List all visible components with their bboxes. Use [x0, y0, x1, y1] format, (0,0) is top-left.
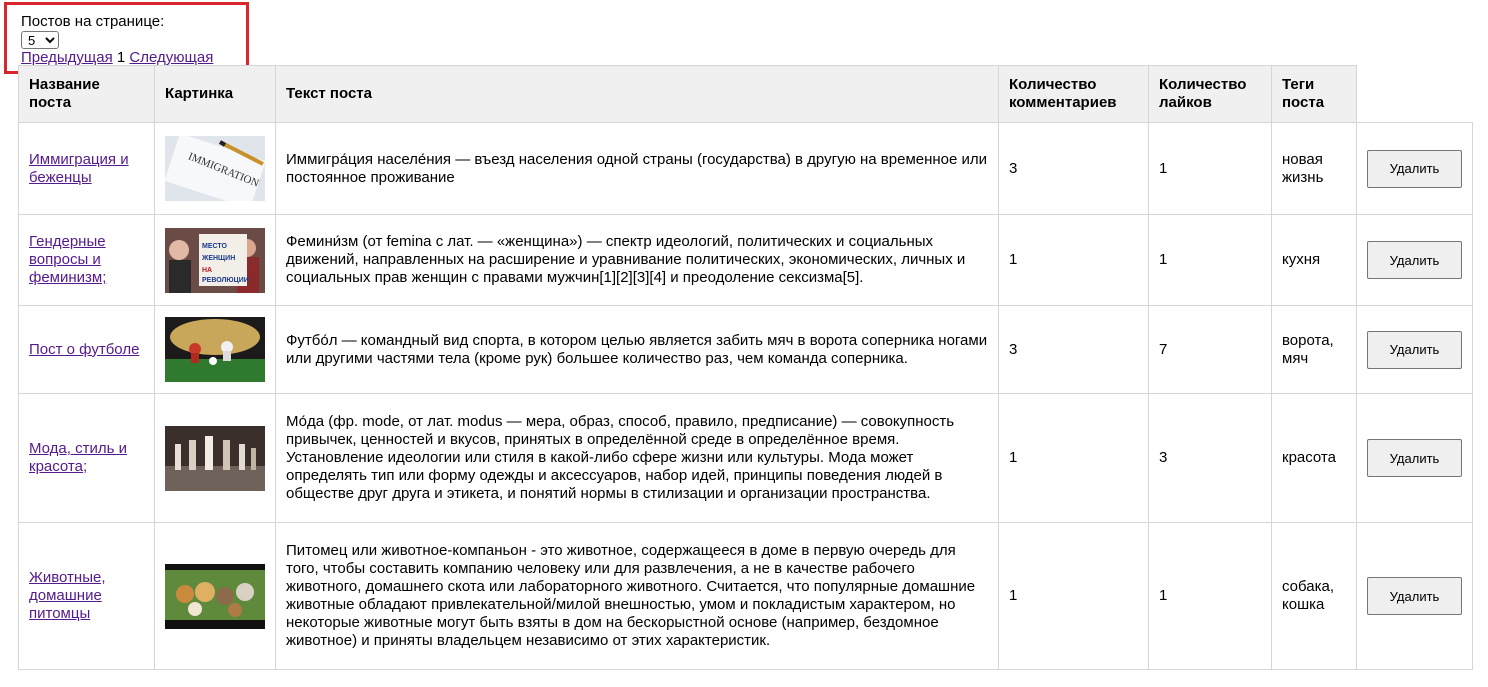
post-text: Футбо́л — командный вид спорта, в которо… — [275, 305, 999, 394]
post-tags: красота — [1271, 393, 1357, 523]
header-likes: Количество лайков — [1148, 65, 1272, 123]
header-tags: Теги поста — [1271, 65, 1357, 123]
delete-button[interactable]: Удалить — [1367, 241, 1462, 279]
post-title-link[interactable]: Иммиграция и беженцы — [29, 151, 129, 186]
likes-count: 1 — [1148, 214, 1272, 306]
post-text: Мо́да (фр. mode, от лат. modus — мера, о… — [275, 393, 999, 523]
likes-count: 1 — [1148, 522, 1272, 670]
delete-button[interactable]: Удалить — [1367, 577, 1462, 615]
delete-button[interactable]: Удалить — [1367, 330, 1462, 369]
likes-count: 3 — [1148, 393, 1272, 523]
delete-button[interactable]: Удалить — [1367, 439, 1462, 477]
comments-count: 1 — [998, 393, 1149, 523]
post-tags: собака, кошка — [1271, 522, 1357, 670]
post-text: Фемини́зм (от femina с лат. — «женщина»)… — [275, 214, 999, 306]
comments-count: 1 — [998, 214, 1149, 306]
header-comments: Количество комментариев — [998, 65, 1149, 123]
post-text: Питомец или животное-компаньон - это жив… — [275, 522, 999, 670]
post-image-immigration: IMMIGRATION — [165, 136, 265, 201]
post-image-football — [165, 317, 265, 382]
header-image: Картинка — [154, 65, 276, 123]
posts-table: Название поста Картинка Текст поста Коли… — [18, 65, 1473, 670]
post-tags: кухня — [1271, 214, 1357, 306]
post-title-link[interactable]: Мода, стиль и красота; — [29, 440, 127, 475]
svg-text:РЕВОЛЮЦИИ: РЕВОЛЮЦИИ — [202, 277, 249, 284]
svg-text:ЖЕНЩИН: ЖЕНЩИН — [201, 255, 235, 262]
table-row: Мода, стиль и красота; Мо́да (фр. mode, … — [18, 393, 1473, 523]
delete-button[interactable]: Удалить — [1367, 149, 1462, 188]
comments-count: 3 — [998, 122, 1149, 215]
svg-text:НА: НА — [202, 267, 212, 274]
header-text: Текст поста — [275, 65, 999, 123]
post-title-link[interactable]: Гендерные вопросы и феминизм; — [29, 233, 106, 286]
pagination-panel: Постов на странице: 5 Предыдущая 1 Следу… — [4, 2, 249, 74]
svg-text:МЕСТО: МЕСТО — [202, 243, 227, 250]
header-title: Название поста — [18, 65, 155, 123]
table-row: Пост о футболе Футбо́л — командный вид с… — [18, 305, 1473, 394]
post-tags: новая жизнь — [1271, 122, 1357, 215]
table-row: Иммиграция и беженцы IMMIGRATION Иммигра… — [18, 122, 1473, 215]
per-page-select[interactable]: 5 — [21, 31, 59, 49]
table-header-row: Название поста Картинка Текст поста Коли… — [18, 65, 1473, 123]
likes-count: 7 — [1148, 305, 1272, 394]
header-actions — [1357, 66, 1473, 123]
post-image-feminism: МЕСТО ЖЕНЩИН НА РЕВОЛЮЦИИ — [165, 227, 265, 293]
comments-count: 1 — [998, 522, 1149, 670]
prev-page-link[interactable]: Предыдущая — [21, 49, 113, 66]
next-page-link[interactable]: Следующая — [129, 49, 213, 66]
per-page-label: Постов на странице: — [21, 13, 165, 30]
table-row: Животные, домашние питомцы Питомец или ж… — [18, 522, 1473, 670]
post-title-link[interactable]: Пост о футболе — [29, 341, 139, 358]
comments-count: 3 — [998, 305, 1149, 394]
post-text: Иммигра́ция населе́ния — въезд населения… — [275, 122, 999, 215]
post-title-link[interactable]: Животные, домашние питомцы — [29, 569, 106, 622]
post-image-fashion — [165, 425, 265, 491]
post-image-pets — [165, 563, 265, 629]
table-row: Гендерные вопросы и феминизм; МЕСТО ЖЕНЩ… — [18, 214, 1473, 306]
current-page-number: 1 — [116, 49, 126, 66]
post-tags: ворота, мяч — [1271, 305, 1357, 394]
likes-count: 1 — [1148, 122, 1272, 215]
